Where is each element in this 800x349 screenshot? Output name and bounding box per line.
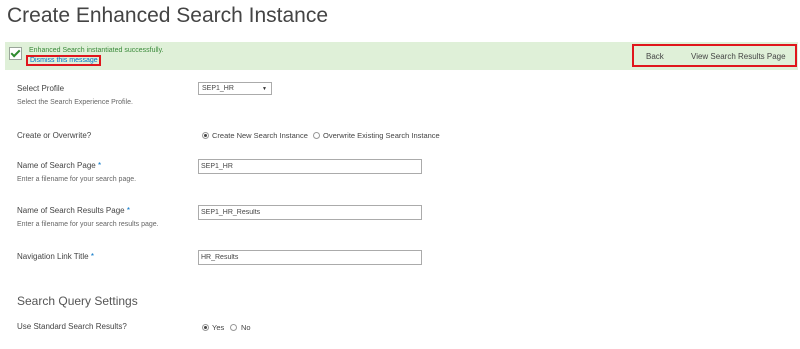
use-standard-no-radio[interactable] (230, 324, 237, 331)
create-new-radio-label[interactable]: Create New Search Instance (212, 131, 308, 140)
results-page-name-description: Enter a filename for your search results… (17, 221, 159, 228)
use-standard-yes-label[interactable]: Yes (212, 323, 224, 332)
select-profile-description: Select the Search Experience Profile. (17, 99, 133, 106)
success-message: Enhanced Search instantiated successfull… (29, 47, 164, 54)
create-overwrite-label: Create or Overwrite? (17, 131, 92, 140)
results-page-name-label-text: Name of Search Results Page (17, 206, 125, 215)
page-title: Create Enhanced Search Instance (7, 4, 329, 27)
results-page-name-label: Name of Search Results Page * (17, 206, 130, 215)
select-profile-label: Select Profile (17, 84, 65, 93)
checkbox-checked-icon (9, 47, 22, 60)
required-marker: * (90, 252, 94, 261)
profile-select[interactable]: SEP1_HR ▼ (198, 82, 272, 95)
search-page-name-description: Enter a filename for your search page. (17, 176, 137, 183)
search-page-name-input[interactable] (198, 159, 422, 174)
back-link[interactable]: Back (646, 52, 664, 61)
nav-link-title-input[interactable] (198, 250, 422, 265)
search-page-name-label: Name of Search Page * (17, 161, 101, 170)
create-new-radio[interactable] (202, 132, 209, 139)
nav-link-title-label: Navigation Link Title * (17, 252, 94, 261)
use-standard-no-label[interactable]: No (241, 323, 251, 332)
dismiss-message-link[interactable]: Dismiss this message (26, 55, 101, 66)
dropdown-arrow-icon: ▼ (262, 86, 267, 92)
results-page-name-input[interactable] (198, 205, 422, 220)
use-standard-results-label: Use Standard Search Results? (17, 322, 127, 331)
overwrite-existing-radio-label[interactable]: Overwrite Existing Search Instance (323, 131, 440, 140)
search-query-settings-heading: Search Query Settings (17, 294, 138, 308)
view-search-results-link[interactable]: View Search Results Page (691, 52, 786, 61)
required-marker: * (97, 161, 102, 170)
profile-select-value: SEP1_HR (202, 85, 234, 92)
required-marker: * (126, 206, 130, 215)
search-page-name-label-text: Name of Search Page (17, 161, 96, 170)
action-links-group: Back View Search Results Page (632, 44, 797, 67)
nav-link-title-label-text: Navigation Link Title (17, 252, 89, 261)
use-standard-yes-radio[interactable] (202, 324, 209, 331)
overwrite-existing-radio[interactable] (313, 132, 320, 139)
